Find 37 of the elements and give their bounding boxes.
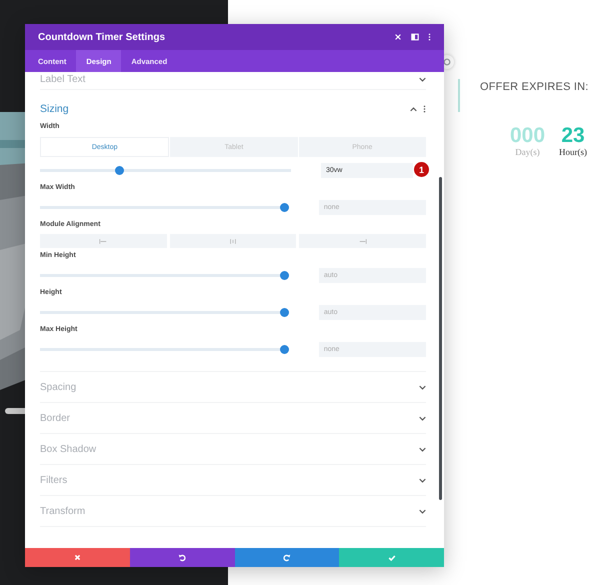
chevron-icon[interactable] — [419, 508, 426, 514]
countdown-number: 23 — [561, 125, 585, 146]
countdown-number: 000 — [510, 125, 546, 146]
align-right-icon — [358, 238, 367, 244]
check-icon — [388, 554, 396, 562]
chevron-icon[interactable] — [419, 76, 426, 82]
chevron-icon[interactable] — [410, 106, 417, 112]
align-center-icon — [229, 238, 237, 244]
undo-icon — [178, 554, 186, 562]
section-title[interactable]: Box Shadow — [40, 444, 96, 454]
more-icon[interactable] — [428, 33, 431, 41]
slider-thumb[interactable] — [115, 166, 124, 174]
section-title[interactable]: Filters — [40, 474, 68, 486]
chevron-icon[interactable] — [419, 416, 426, 420]
section-title[interactable]: Transform — [40, 506, 86, 516]
redo-icon — [282, 554, 291, 562]
section-title[interactable]: Label Text — [40, 74, 86, 84]
countdown-label: Day(s) — [515, 147, 540, 157]
align-left-icon — [99, 238, 108, 244]
chevron-icon[interactable] — [419, 384, 426, 390]
countdown-label: Hour(s) — [559, 147, 588, 157]
split-view-icon[interactable] — [411, 33, 419, 41]
countdown-heading: OFFER EXPIRES IN: — [480, 81, 589, 93]
slider-thumb[interactable] — [280, 202, 289, 212]
chevron-icon[interactable] — [419, 446, 426, 452]
section-title[interactable]: Spacing — [40, 382, 76, 392]
window-title: Countdown Timer Settings — [38, 32, 166, 42]
more-icon[interactable] — [423, 105, 426, 113]
scrollbar[interactable] — [439, 177, 442, 500]
notification-badge: 1 — [414, 162, 429, 177]
section-title[interactable]: Border — [40, 412, 70, 424]
close-icon — [74, 554, 81, 561]
slider-thumb[interactable] — [280, 344, 289, 354]
section-title[interactable]: Sizing — [40, 103, 69, 115]
slider-thumb[interactable] — [280, 308, 289, 316]
slider-thumb[interactable] — [280, 270, 289, 280]
chevron-icon[interactable] — [419, 478, 426, 482]
